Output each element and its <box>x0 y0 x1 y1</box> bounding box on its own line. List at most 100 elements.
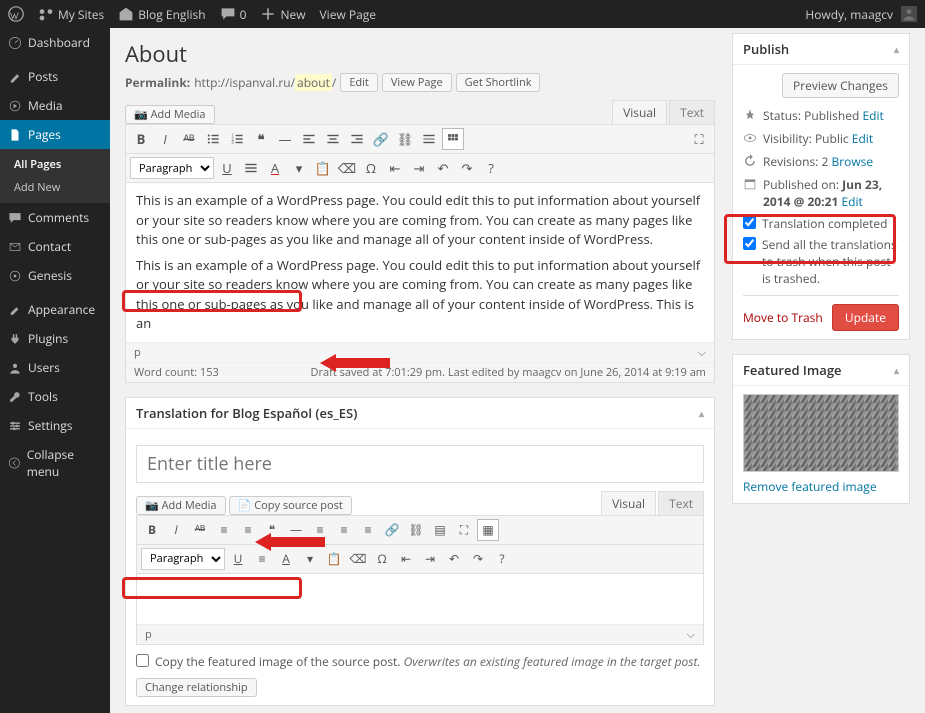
quote-icon[interactable]: ❝ <box>250 128 272 150</box>
editor-content[interactable]: This is an example of a WordPress page. … <box>126 183 714 342</box>
underline-icon[interactable]: U <box>216 157 238 179</box>
align-right-icon[interactable]: ≡ <box>357 519 379 541</box>
sidebar-item-media[interactable]: Media <box>0 91 110 120</box>
link-icon[interactable]: 🔗 <box>370 128 392 150</box>
kitchensink-icon[interactable]: ▦ <box>477 519 499 541</box>
ul-icon[interactable]: ≡ <box>213 519 235 541</box>
clearformat-icon[interactable]: ⌫ <box>336 157 358 179</box>
view-page-ab[interactable]: View Page <box>320 6 376 23</box>
translation-es-header[interactable]: Translation for Blog Español (es_ES)▴ <box>126 398 714 429</box>
indent-icon[interactable]: ⇥ <box>408 157 430 179</box>
pastetext-icon[interactable]: 📋 <box>323 548 345 570</box>
indent-icon[interactable]: ⇥ <box>419 548 441 570</box>
move-to-trash-link[interactable]: Move to Trash <box>743 309 823 326</box>
align-left-icon[interactable]: ≡ <box>309 519 331 541</box>
featured-image-thumbnail[interactable] <box>743 394 899 472</box>
translation-completed-label[interactable]: Translation completed <box>743 213 899 234</box>
permalink-viewpage-button[interactable]: View Page <box>382 73 452 92</box>
translation-es-tab-text[interactable]: Text <box>658 491 704 515</box>
translation-es-add-media-button[interactable]: 📷 Add Media <box>136 496 226 515</box>
fullscreen-icon[interactable]: ⛶ <box>453 519 475 541</box>
site-name[interactable]: Blog English <box>118 6 205 23</box>
editor-resize-handle[interactable]: ⌵ <box>687 627 695 642</box>
textcolor-icon[interactable]: A <box>264 157 286 179</box>
textcolor-picker-icon[interactable]: ▾ <box>299 548 321 570</box>
align-center-icon[interactable] <box>322 128 344 150</box>
unlink-icon[interactable]: ⛓ <box>394 128 416 150</box>
textcolor-picker-icon[interactable]: ▾ <box>288 157 310 179</box>
edit-status-link[interactable]: Edit <box>862 107 883 124</box>
ol-icon[interactable]: ≡ <box>237 519 259 541</box>
unlink-icon[interactable]: ⛓ <box>405 519 427 541</box>
permalink-edit-button[interactable]: Edit <box>340 73 378 92</box>
charmap-icon[interactable]: Ω <box>360 157 382 179</box>
more-icon[interactable]: ▤ <box>429 519 451 541</box>
sidebar-item-pages[interactable]: Pages <box>0 120 110 149</box>
bold-icon[interactable]: B <box>141 519 163 541</box>
textcolor-icon[interactable]: A <box>275 548 297 570</box>
howdy[interactable]: Howdy, maagcv <box>805 6 917 23</box>
align-right-icon[interactable] <box>346 128 368 150</box>
translation-completed-checkbox[interactable] <box>743 216 756 229</box>
align-center-icon[interactable]: ≡ <box>333 519 355 541</box>
add-media-button[interactable]: 📷 Add Media <box>125 105 215 124</box>
translation-es-tab-visual[interactable]: Visual <box>601 491 656 515</box>
help-icon[interactable]: ? <box>491 548 513 570</box>
fullscreen-icon[interactable]: ⛶ <box>688 128 710 150</box>
sidebar-item-tools[interactable]: Tools <box>0 382 110 411</box>
more-icon[interactable] <box>418 128 440 150</box>
clearformat-icon[interactable]: ⌫ <box>347 548 369 570</box>
sidebar-item-plugins[interactable]: Plugins <box>0 324 110 353</box>
format-select[interactable]: Paragraph <box>141 548 225 570</box>
ol-icon[interactable]: 123 <box>226 128 248 150</box>
translation-es-copy-source-button[interactable]: 📄 Copy source post <box>229 496 352 515</box>
kitchensink-icon[interactable] <box>442 128 464 150</box>
charmap-icon[interactable]: Ω <box>371 548 393 570</box>
sidebar-sub-add-new[interactable]: Add New <box>0 176 110 199</box>
change-relationship-button[interactable]: Change relationship <box>136 678 257 697</box>
sidebar-sub-all-pages[interactable]: All Pages <box>0 153 110 176</box>
edit-visibility-link[interactable]: Edit <box>852 130 873 147</box>
permalink-shortlink-button[interactable]: Get Shortlink <box>456 73 541 92</box>
editor-resize-handle[interactable]: ⌵ <box>698 345 706 360</box>
tab-visual[interactable]: Visual <box>612 100 667 124</box>
edit-date-link[interactable]: Edit <box>841 193 862 210</box>
underline-icon[interactable]: U <box>227 548 249 570</box>
my-sites[interactable]: My Sites <box>38 6 104 23</box>
comments-bubble[interactable]: 0 <box>220 6 247 23</box>
new-content[interactable]: New <box>260 6 305 23</box>
pastetext-icon[interactable]: 📋 <box>312 157 334 179</box>
tab-text[interactable]: Text <box>669 100 715 124</box>
sidebar-item-comments[interactable]: Comments <box>0 203 110 232</box>
copy-featured-checkbox-label[interactable]: Copy the featured image of the source po… <box>136 651 704 672</box>
remove-featured-image-link[interactable]: Remove featured image <box>743 478 877 495</box>
hr-icon[interactable]: — <box>274 128 296 150</box>
permalink-slug[interactable]: about <box>295 74 332 91</box>
strike-icon[interactable]: ᴬᴮ <box>189 519 211 541</box>
sidebar-item-contact[interactable]: Contact <box>0 232 110 261</box>
outdent-icon[interactable]: ⇤ <box>384 157 406 179</box>
bold-icon[interactable]: B <box>130 128 152 150</box>
featured-image-header[interactable]: Featured Image▴ <box>733 355 909 386</box>
align-left-icon[interactable] <box>298 128 320 150</box>
link-icon[interactable]: 🔗 <box>381 519 403 541</box>
redo-icon[interactable]: ↷ <box>456 157 478 179</box>
help-icon[interactable]: ? <box>480 157 502 179</box>
browse-revisions-link[interactable]: Browse <box>832 153 874 170</box>
sidebar-item-genesis[interactable]: Genesis <box>0 261 110 290</box>
justify-icon[interactable]: ≡ <box>251 548 273 570</box>
translation-es-content[interactable] <box>137 574 703 624</box>
redo-icon[interactable]: ↷ <box>467 548 489 570</box>
italic-icon[interactable]: I <box>154 128 176 150</box>
hr-icon[interactable]: — <box>285 519 307 541</box>
sidebar-item-users[interactable]: Users <box>0 353 110 382</box>
format-select[interactable]: Paragraph <box>130 157 214 179</box>
undo-icon[interactable]: ↶ <box>432 157 454 179</box>
copy-featured-checkbox[interactable] <box>136 654 149 667</box>
trash-translations-checkbox[interactable] <box>743 237 756 250</box>
publish-box-header[interactable]: Publish▴ <box>733 34 909 65</box>
sidebar-item-posts[interactable]: Posts <box>0 62 110 91</box>
ul-icon[interactable] <box>202 128 224 150</box>
strike-icon[interactable]: ᴬᴮ <box>178 128 200 150</box>
preview-changes-button[interactable]: Preview Changes <box>782 73 899 98</box>
